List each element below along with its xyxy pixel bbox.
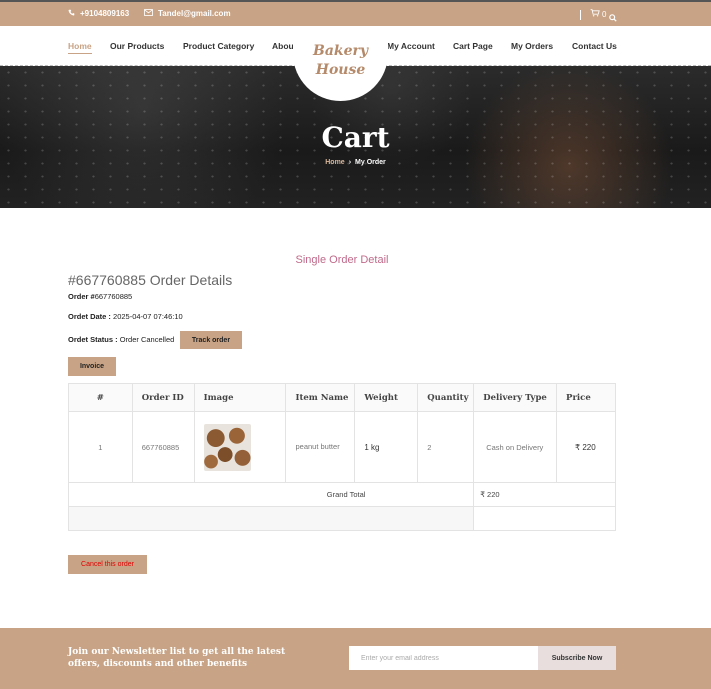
order-date-line: Ordet Date : 2025-04-07 07:46:10 (68, 312, 183, 321)
table-empty-row (67, 506, 616, 531)
order-status-value: Order Cancelled (119, 335, 175, 344)
nav-home[interactable]: Home (68, 41, 92, 54)
row-image-cell (193, 411, 287, 483)
subscribe-button[interactable]: Subscribe Now (538, 646, 616, 670)
newsletter-footer: Join our Newsletter list to get all the … (0, 628, 711, 689)
logo-line-1: Bakery (312, 43, 369, 59)
order-items-table: # Order ID Image Item Name Weight Quanti… (67, 383, 616, 531)
row-weight: 1 kg (354, 411, 419, 483)
column-header: Quantity (417, 383, 475, 412)
top-bar: +9104809163 Tandel@gmail.com 0 (0, 0, 711, 26)
phone-contact[interactable]: +9104809163 (68, 9, 129, 18)
order-status-label: Ordet Status : (68, 335, 118, 344)
empty-cell (473, 506, 616, 531)
track-order-button[interactable]: Track order (180, 331, 242, 349)
nav-product-category[interactable]: Product Category (183, 41, 254, 51)
table-row: 1 667760885 peanut butter 1 kg 2 Cash on… (68, 411, 616, 483)
column-header: # (68, 383, 133, 412)
column-header: Weight (354, 383, 419, 412)
email-contact[interactable]: Tandel@gmail.com (144, 9, 231, 18)
grand-total-label: Grand Total (67, 482, 475, 507)
email-address: Tandel@gmail.com (158, 9, 231, 18)
row-item-name: peanut butter (285, 411, 356, 483)
column-header: Order ID (131, 383, 195, 412)
newsletter-email-input[interactable] (349, 646, 539, 670)
column-header: Delivery Type (473, 383, 558, 412)
order-date-label: Ordet Date : (68, 312, 111, 321)
phone-icon (68, 9, 75, 18)
invoice-button[interactable]: Invoice (68, 357, 116, 376)
row-delivery-type: Cash on Delivery (473, 411, 558, 483)
logo-line-2: House (315, 62, 366, 78)
grand-total-row: Grand Total ₹ 220 (67, 482, 616, 507)
phone-number: +9104809163 (80, 9, 130, 18)
column-header: Price (556, 383, 616, 412)
order-number-label: Order # (68, 292, 95, 301)
breadcrumb-current: My Order (355, 159, 386, 166)
order-number-value: 667760885 (94, 292, 133, 301)
cancel-order-button[interactable]: Cancel this order (68, 555, 147, 574)
topbar-divider (580, 10, 581, 20)
order-number-line: Order #667760885 (68, 292, 132, 301)
envelope-icon (144, 9, 153, 18)
empty-cell (67, 506, 475, 531)
row-quantity: 2 (417, 411, 475, 483)
nav-my-account[interactable]: My Account (387, 41, 435, 51)
column-header: Image (193, 383, 287, 412)
nav-my-orders[interactable]: My Orders (511, 41, 553, 51)
cart-icon (590, 9, 600, 19)
order-heading: #667760885 Order Details (68, 272, 233, 288)
page-title: Cart (321, 121, 390, 154)
nav-cart-page[interactable]: Cart Page (453, 41, 493, 51)
newsletter-text: Join our Newsletter list to get all the … (68, 647, 286, 669)
table-header-row: # Order ID Image Item Name Weight Quanti… (68, 383, 616, 412)
cart-link[interactable]: 0 (590, 9, 606, 19)
chevron-right-icon: › (348, 159, 352, 166)
peanut-butter-cookies-image (203, 423, 251, 471)
cart-count: 0 (602, 9, 607, 19)
column-header: Item Name (285, 383, 356, 412)
row-order-id: 667760885 (131, 411, 195, 483)
row-index: 1 (68, 411, 133, 483)
row-price: ₹ 220 (556, 411, 616, 483)
grand-total-value: ₹ 220 (473, 482, 616, 507)
order-status-line: Ordet Status : Order Cancelled (68, 335, 174, 344)
order-date-value: 2025-04-07 07:46:10 (113, 312, 183, 321)
nav-our-products[interactable]: Our Products (110, 41, 164, 51)
search-icon[interactable] (609, 9, 617, 27)
section-title: Single Order Detail (295, 254, 389, 266)
nav-contact-us[interactable]: Contact Us (572, 41, 617, 51)
breadcrumb-home[interactable]: Home (325, 159, 344, 166)
breadcrumb: Home › My Order (0, 159, 711, 166)
